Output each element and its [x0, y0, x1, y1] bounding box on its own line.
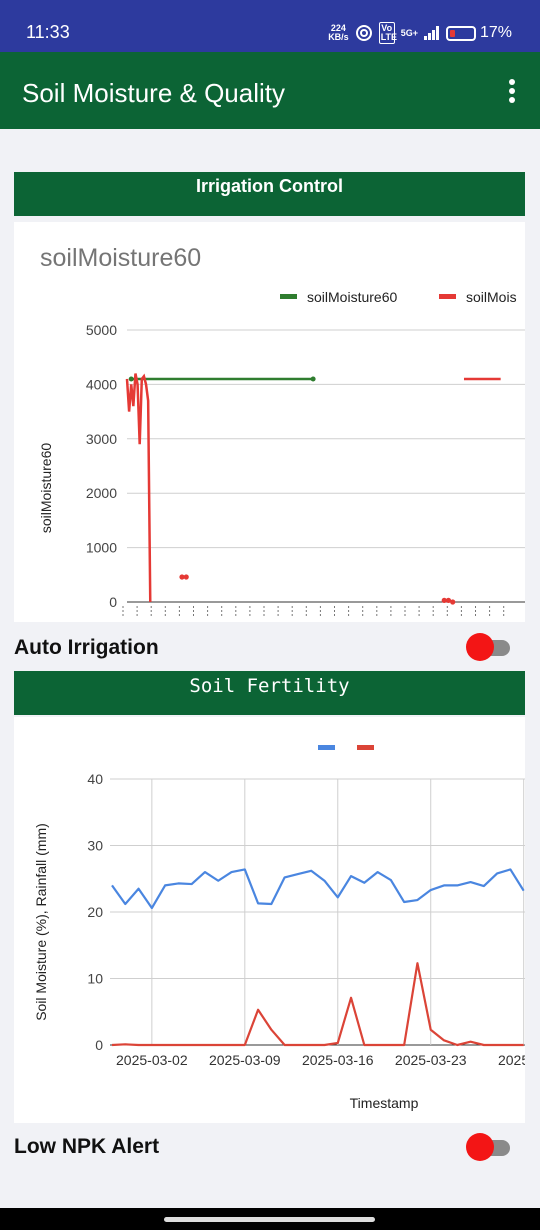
signal-icon	[423, 26, 439, 40]
legend-label: soilMoisture60	[307, 289, 397, 305]
legend-swatch	[280, 294, 297, 299]
network-type: 5G+	[400, 27, 418, 38]
y-tick-label: 30	[87, 838, 103, 854]
y-tick-label: 20	[87, 904, 103, 920]
status-time: 11:33	[26, 22, 70, 42]
x-tick-label: 2025-03-09	[209, 1052, 281, 1068]
battery-indicator: 17%	[445, 24, 512, 42]
toggle-thumb	[466, 633, 494, 661]
net-speed-indicator: 224 KB/s	[328, 24, 349, 42]
toggle-thumb	[466, 1133, 494, 1161]
y-tick-label: 10	[87, 971, 103, 987]
legend-swatch	[318, 745, 335, 750]
soil-fertility-header: Soil Fertility	[14, 671, 525, 715]
x-tick-label: 2025-03-16	[302, 1052, 374, 1068]
soil-fertility-chart-card: 0 10 20 30 40 2025-03-02 2025-03-09 2025-03-16 2…	[14, 717, 525, 1123]
app-title: Soil Moisture & Quality	[22, 78, 285, 108]
soil-fertility-chart: 0 10 20 30 40 2025-03-02 2025-03-09 2025-03-16 2…	[33, 745, 525, 1111]
y-tick-label: 3000	[86, 431, 117, 447]
low-npk-alert-toggle[interactable]	[466, 1132, 510, 1161]
y-tick-label: 4000	[86, 376, 117, 392]
y-tick-label: 0	[95, 1037, 103, 1053]
data-point	[310, 376, 316, 382]
status-bar: 11:33 224 KB/s Vo LTE 5G+ 17%	[0, 0, 540, 52]
y-tick-label: 5000	[86, 322, 117, 338]
battery-icon	[445, 25, 476, 41]
series-line-red	[111, 962, 524, 1047]
more-vert-icon[interactable]	[506, 79, 518, 103]
legend-swatch	[439, 294, 456, 299]
x-tick-label: 2025-03-02	[116, 1052, 188, 1068]
data-point	[128, 376, 134, 382]
data-point	[450, 599, 456, 605]
auto-irrigation-label: Auto Irrigation	[14, 636, 159, 659]
irrigation-control-header: Irrigation Control	[14, 172, 525, 216]
x-tick-label: 2025-03-23	[395, 1052, 467, 1068]
series-line-soilmois	[125, 373, 152, 603]
y-tick-label: 1000	[86, 540, 117, 556]
app-bar: Soil Moisture & Quality	[0, 52, 540, 129]
system-nav-bar	[0, 1208, 540, 1230]
y-tick-label: 2000	[86, 485, 117, 501]
legend-swatch	[357, 745, 374, 750]
home-gesture-handle[interactable]	[164, 1217, 375, 1222]
hotspot-icon	[355, 25, 372, 41]
auto-irrigation-toggle[interactable]	[466, 632, 510, 661]
net-speed-unit: KB/s	[328, 32, 349, 42]
low-npk-alert-label: Low NPK Alert	[14, 1135, 160, 1158]
y-tick-label: 0	[109, 594, 117, 610]
soil-moisture-chart-card: soilMoisture60 0 1000 2000 3000 4000 5000 soil…	[14, 222, 525, 622]
data-point	[183, 574, 189, 580]
status-icons: 224 KB/s Vo LTE 5G+ 17%	[328, 22, 512, 44]
series-line-blue	[111, 868, 525, 910]
chart1-title: soilMoisture60	[40, 244, 201, 272]
x-axis-label: Timestamp	[350, 1095, 419, 1111]
battery-level: 17%	[479, 24, 512, 41]
legend-label: soilMois	[466, 289, 517, 305]
y-axis-label: soilMoisture60	[38, 443, 54, 533]
volte-icon: Vo LTE	[378, 22, 398, 44]
x-tick-label: 2025-03	[498, 1052, 525, 1068]
soil-moisture-chart: soilMoisture60 0 1000 2000 3000 4000 5000 soil…	[38, 244, 525, 618]
y-axis-label: Soil Moisture (%), Rainfall (mm)	[33, 823, 49, 1021]
y-tick-label: 40	[87, 771, 103, 787]
